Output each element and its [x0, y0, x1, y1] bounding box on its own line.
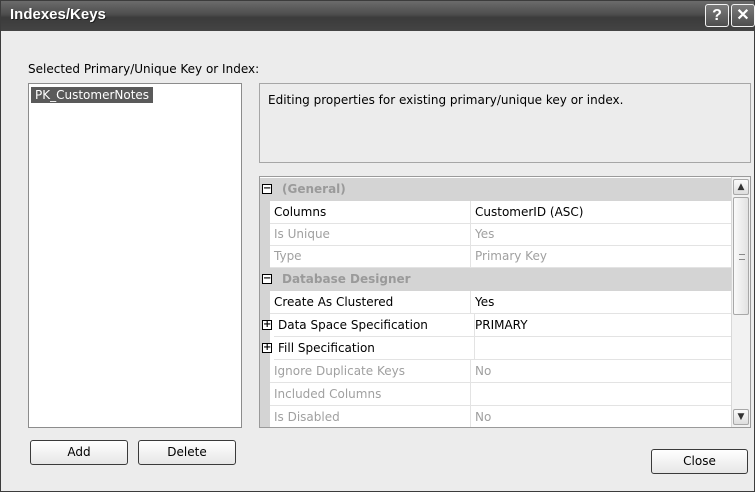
- delete-button[interactable]: Delete: [138, 440, 236, 465]
- scrollbar-thumb[interactable]: [733, 197, 749, 315]
- property-row-data-space-specification[interactable]: + Data Space Specification PRIMARY: [260, 314, 731, 337]
- scroll-down-icon[interactable]: ▼: [733, 409, 749, 425]
- property-value[interactable]: Yes: [471, 291, 731, 314]
- property-name: Data Space Specification: [274, 314, 475, 337]
- row-gutter: [260, 245, 270, 268]
- property-grid-scrollbar[interactable]: ▲ ▼: [731, 177, 750, 427]
- close-button-label: Close: [683, 454, 716, 468]
- help-button[interactable]: ?: [705, 4, 729, 27]
- title-bar[interactable]: Indexes/Keys ? ✕: [1, 1, 755, 31]
- row-gutter: [260, 223, 270, 246]
- property-value[interactable]: PRIMARY: [471, 314, 731, 337]
- indexes-keys-dialog: Indexes/Keys ? ✕ Selected Primary/Unique…: [0, 0, 755, 492]
- row-gutter: [260, 383, 270, 406]
- collapse-icon[interactable]: −: [262, 274, 272, 284]
- close-window-button[interactable]: ✕: [731, 4, 755, 27]
- property-row-fill-specification[interactable]: + Fill Specification: [260, 337, 731, 360]
- property-value[interactable]: [471, 337, 731, 360]
- delete-button-label: Delete: [167, 445, 207, 459]
- row-gutter: [260, 291, 270, 314]
- property-name: Columns: [270, 201, 471, 224]
- property-value: Yes: [471, 223, 731, 246]
- grip-icon: [739, 254, 745, 260]
- collapse-icon[interactable]: −: [262, 184, 272, 194]
- dialog-title: Indexes/Keys: [10, 6, 106, 23]
- property-value[interactable]: CustomerID (ASC): [471, 201, 731, 224]
- category-label: (General): [282, 182, 346, 196]
- property-row-columns[interactable]: Columns CustomerID (ASC): [260, 201, 731, 224]
- property-row-is-disabled: Is Disabled No: [260, 406, 731, 427]
- list-item-pk-customernotes[interactable]: PK_CustomerNotes: [31, 87, 154, 103]
- property-row-create-as-clustered[interactable]: Create As Clustered Yes: [260, 291, 731, 314]
- row-gutter: [260, 360, 270, 383]
- description-text: Editing properties for existing primary/…: [268, 93, 624, 107]
- property-row-type: Type Primary Key: [260, 245, 731, 268]
- property-name: Fill Specification: [274, 337, 475, 360]
- property-name: Type: [270, 245, 471, 268]
- property-value: No: [471, 360, 731, 383]
- keys-list[interactable]: PK_CustomerNotes: [28, 83, 242, 428]
- property-row-ignore-duplicate-keys: Ignore Duplicate Keys No: [260, 360, 731, 383]
- property-name: Included Columns: [270, 383, 471, 406]
- property-row-included-columns: Included Columns: [260, 383, 731, 406]
- property-value: [471, 383, 731, 406]
- property-name: Ignore Duplicate Keys: [270, 360, 471, 383]
- add-button[interactable]: Add: [30, 440, 128, 465]
- category-database-designer[interactable]: − Database Designer: [260, 268, 731, 291]
- add-button-label: Add: [67, 445, 91, 459]
- property-row-is-unique: Is Unique Yes: [260, 223, 731, 246]
- scroll-up-icon[interactable]: ▲: [733, 179, 749, 195]
- row-gutter: [260, 201, 270, 224]
- property-name: Is Unique: [270, 223, 471, 246]
- property-grid[interactable]: − (General) Columns CustomerID (ASC) Is …: [259, 176, 751, 428]
- row-gutter: [260, 406, 270, 427]
- description-panel: Editing properties for existing primary/…: [259, 83, 751, 163]
- category-label: Database Designer: [282, 272, 411, 286]
- expand-icon[interactable]: +: [262, 320, 272, 330]
- property-name: Create As Clustered: [270, 291, 471, 314]
- property-name: Is Disabled: [270, 406, 471, 427]
- category-general[interactable]: − (General): [260, 178, 731, 201]
- property-value: Primary Key: [471, 245, 731, 268]
- property-value: No: [471, 406, 731, 427]
- expand-icon[interactable]: +: [262, 343, 272, 353]
- close-button[interactable]: Close: [651, 449, 748, 474]
- selected-key-label: Selected Primary/Unique Key or Index:: [28, 62, 260, 76]
